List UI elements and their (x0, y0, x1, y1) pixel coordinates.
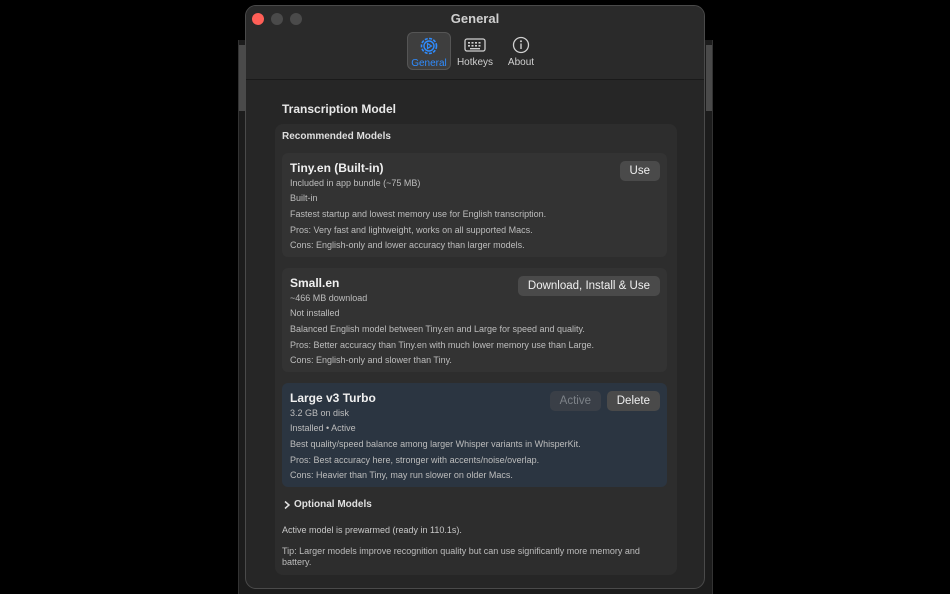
tab-general[interactable]: General (407, 32, 451, 70)
chevron-right-icon (284, 500, 291, 509)
tab-hotkeys-label: Hotkeys (456, 57, 494, 68)
recommended-models-title: Recommended Models (282, 131, 391, 142)
model-card-small: Small.en ~466 MB download Not installed … (282, 268, 667, 372)
tab-about[interactable]: About (499, 32, 543, 70)
model-size: ~466 MB download (290, 293, 368, 303)
model-cons: Cons: Heavier than Tiny, may run slower … (290, 470, 513, 480)
model-pros: Pros: Better accuracy than Tiny.en with … (290, 340, 594, 350)
model-name: Large v3 Turbo (290, 391, 376, 405)
model-name: Tiny.en (Built-in) (290, 161, 384, 175)
download-install-use-button[interactable]: Download, Install & Use (517, 276, 660, 296)
settings-toolbar: General Hotkeys About (246, 32, 704, 70)
prewarm-status: Active model is prewarmed (ready in 110.… (282, 525, 462, 535)
optional-models-disclosure[interactable]: Optional Models (283, 499, 372, 510)
settings-window: General General Hotkeys About Transcript… (245, 5, 705, 589)
background-window-edge-right (706, 45, 712, 111)
info-icon (510, 35, 532, 55)
tip-text: Tip: Larger models improve recognition q… (282, 546, 640, 567)
titlebar: General General Hotkeys About (246, 6, 704, 80)
model-cons: Cons: English-only and slower than Tiny. (290, 355, 452, 365)
settings-content: Transcription Model Recommended Models T… (246, 80, 704, 588)
active-button: Active (549, 391, 601, 411)
model-description: Best quality/speed balance among larger … (290, 439, 581, 449)
section-title: Transcription Model (282, 102, 397, 116)
model-cons: Cons: English-only and lower accuracy th… (290, 240, 525, 250)
model-size: Included in app bundle (~75 MB) (290, 178, 421, 188)
optional-models-label: Optional Models (294, 499, 372, 510)
model-size: 3.2 GB on disk (290, 408, 350, 418)
delete-button[interactable]: Delete (606, 391, 660, 411)
window-title: General (450, 11, 500, 26)
tab-general-label: General (411, 58, 447, 69)
model-pros: Pros: Best accuracy here, stronger with … (290, 455, 540, 465)
keyboard-icon (464, 35, 486, 55)
model-status: Not installed (290, 308, 340, 318)
model-name: Small.en (290, 276, 340, 290)
model-description: Balanced English model between Tiny.en a… (290, 324, 585, 334)
use-button[interactable]: Use (619, 161, 660, 181)
model-card-tiny: Tiny.en (Built-in) Included in app bundl… (282, 153, 667, 257)
tab-hotkeys[interactable]: Hotkeys (453, 32, 497, 70)
model-pros: Pros: Very fast and lightweight, works o… (290, 225, 533, 235)
tab-about-label: About (507, 57, 535, 68)
model-status: Installed • Active (290, 423, 356, 433)
model-status: Built-in (290, 193, 318, 203)
model-description: Fastest startup and lowest memory use fo… (290, 209, 547, 219)
model-card-large: Large v3 Turbo 3.2 GB on disk Installed … (282, 383, 667, 487)
gear-icon (418, 36, 440, 56)
